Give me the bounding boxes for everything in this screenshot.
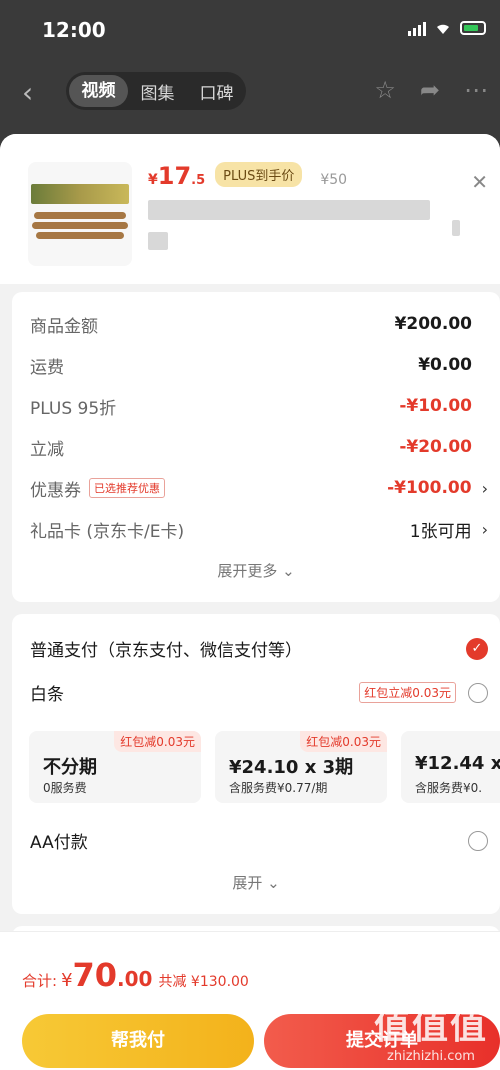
- price-integer: 17: [157, 162, 192, 190]
- option-normal-pay[interactable]: 普通支付（京东支付、微信支付等） ✓: [30, 636, 488, 661]
- radio-aa-pay[interactable]: [468, 830, 488, 851]
- price-row: ¥ 17 .5 PLUS到手价 ¥50: [148, 162, 347, 191]
- label-gift-card: 礼品卡 (京东卡/E卡): [30, 521, 185, 542]
- watermark: 值值值 zhizhizhi.com: [374, 997, 488, 1064]
- row-coupon[interactable]: 优惠券 已选推荐优惠 -¥100.00 ›: [30, 476, 488, 501]
- label-plus-discount: PLUS 95折: [30, 398, 117, 419]
- label-normal-pay: 普通支付（京东支付、微信支付等）: [30, 641, 302, 661]
- tab-gallery[interactable]: 图集: [128, 79, 187, 104]
- more-icon[interactable]: ⋯: [464, 76, 488, 104]
- product-image: [28, 162, 132, 266]
- value-coupon: -¥100.00: [387, 478, 472, 498]
- radio-baitiao[interactable]: [468, 682, 488, 703]
- row-item-amount: 商品金额 ¥200.00: [30, 312, 472, 337]
- row-plus-discount: PLUS 95折 -¥10.00: [30, 394, 472, 419]
- plan-title: ¥12.44 x: [415, 753, 500, 774]
- battery-icon: [460, 21, 486, 35]
- product-title-blurred-3: [452, 220, 460, 236]
- total-decimal: .00: [117, 967, 153, 991]
- price-decimal: .5: [191, 173, 206, 188]
- plan-title: 不分期: [43, 757, 97, 778]
- value-shipping: ¥0.00: [418, 355, 472, 375]
- total-discount: 共减 ¥130.00: [158, 974, 249, 990]
- label-coupon: 优惠券: [30, 480, 81, 501]
- option-aa-pay[interactable]: AA付款: [30, 828, 488, 853]
- label-instant-discount: 立减: [30, 439, 64, 460]
- product-card: ¥ 17 .5 PLUS到手价 ¥50 ✕: [0, 134, 500, 284]
- plan-tag: 红包减0.03元: [300, 731, 387, 752]
- check-selected-icon[interactable]: ✓: [466, 637, 488, 660]
- original-price: ¥50: [320, 172, 348, 188]
- status-bar: 12:00: [0, 0, 500, 60]
- label-aa-pay: AA付款: [30, 833, 88, 853]
- expand-more-button[interactable]: 展开更多 ⌄: [12, 560, 500, 581]
- expand-payment-button[interactable]: 展开 ⌄: [12, 872, 500, 893]
- watermark-url: zhizhizhi.com: [387, 1049, 475, 1064]
- plan-sub: 含服务费¥0.: [415, 781, 483, 795]
- plan-title: ¥24.10 x 3期: [229, 757, 354, 778]
- watermark-logo: 值值值: [373, 1006, 488, 1047]
- label-item-amount: 商品金额: [30, 316, 98, 337]
- row-shipping: 运费 ¥0.00: [30, 353, 472, 378]
- star-icon[interactable]: ☆: [374, 76, 396, 104]
- chevron-right-icon: ›: [481, 478, 488, 498]
- status-time: 12:00: [42, 18, 106, 42]
- checkout-sheet: ¥ 17 .5 PLUS到手价 ¥50 ✕ 商品金额 ¥200.00 运费 ¥0…: [0, 134, 500, 1069]
- row-gift-card[interactable]: 礼品卡 (京东卡/E卡) 1张可用 ›: [30, 517, 488, 542]
- plan-3-installments[interactable]: 红包减0.03元 ¥24.10 x 3期 含服务费¥0.77/期: [215, 731, 387, 803]
- nav-bar: ‹ 视频 图集 口碑 ☆ ➦ ⋯: [0, 62, 500, 122]
- row-instant-discount: 立减 -¥20.00: [30, 435, 472, 460]
- plan-sub: 0服务费: [43, 781, 87, 795]
- value-gift-card: 1张可用: [409, 521, 472, 542]
- tab-video[interactable]: 视频: [69, 75, 128, 107]
- share-icon[interactable]: ➦: [420, 76, 440, 104]
- back-icon[interactable]: ‹: [22, 76, 33, 109]
- installment-plans: 红包减0.03元 不分期 0服务费 红包减0.03元 ¥24.10 x 3期 含…: [29, 731, 500, 803]
- total-symbol: ¥: [61, 970, 73, 991]
- product-title-blurred: [148, 200, 430, 220]
- wifi-icon: [437, 24, 449, 34]
- order-total: 合计: ¥ 70 .00 共减 ¥130.00: [22, 956, 249, 994]
- price-summary: 商品金额 ¥200.00 运费 ¥0.00 PLUS 95折 -¥10.00 立…: [12, 292, 500, 602]
- product-title-blurred-2: [148, 232, 168, 250]
- baitiao-tag: 红包立减0.03元: [359, 682, 456, 703]
- plan-no-installment[interactable]: 红包减0.03元 不分期 0服务费: [29, 731, 201, 803]
- tab-reviews[interactable]: 口碑: [187, 79, 246, 104]
- coupon-tag: 已选推荐优惠: [89, 478, 165, 498]
- nav-icons: ☆ ➦ ⋯: [374, 76, 488, 104]
- label-shipping: 运费: [30, 357, 64, 378]
- value-plus-discount: -¥10.00: [399, 396, 472, 416]
- help-pay-button[interactable]: 帮我付: [22, 1014, 254, 1068]
- status-icons: [408, 20, 486, 36]
- chevron-right-icon: ›: [481, 519, 488, 539]
- total-integer: 70: [72, 956, 118, 994]
- bottom-bar: 合计: ¥ 70 .00 共减 ¥130.00 帮我付 提交订单 值值值 zhi…: [0, 931, 500, 1070]
- plan-6-installments[interactable]: 红 ¥12.44 x 含服务费¥0.: [401, 731, 500, 803]
- option-baitiao[interactable]: 白条 红包立减0.03元: [30, 680, 488, 705]
- label-baitiao: 白条: [30, 685, 64, 705]
- plan-tag: 红包减0.03元: [114, 731, 201, 752]
- plan-sub: 含服务费¥0.77/期: [229, 781, 328, 795]
- value-item-amount: ¥200.00: [394, 314, 472, 334]
- plus-badge: PLUS到手价: [215, 162, 303, 187]
- signal-icon: [408, 20, 426, 36]
- media-tabs: 视频 图集 口碑: [66, 72, 246, 110]
- value-instant-discount: -¥20.00: [399, 437, 472, 457]
- price-symbol: ¥: [148, 172, 158, 188]
- payment-methods: 普通支付（京东支付、微信支付等） ✓ 白条 红包立减0.03元 红包减0.03元…: [12, 614, 500, 914]
- total-label: 合计:: [22, 972, 58, 990]
- close-icon[interactable]: ✕: [471, 170, 488, 194]
